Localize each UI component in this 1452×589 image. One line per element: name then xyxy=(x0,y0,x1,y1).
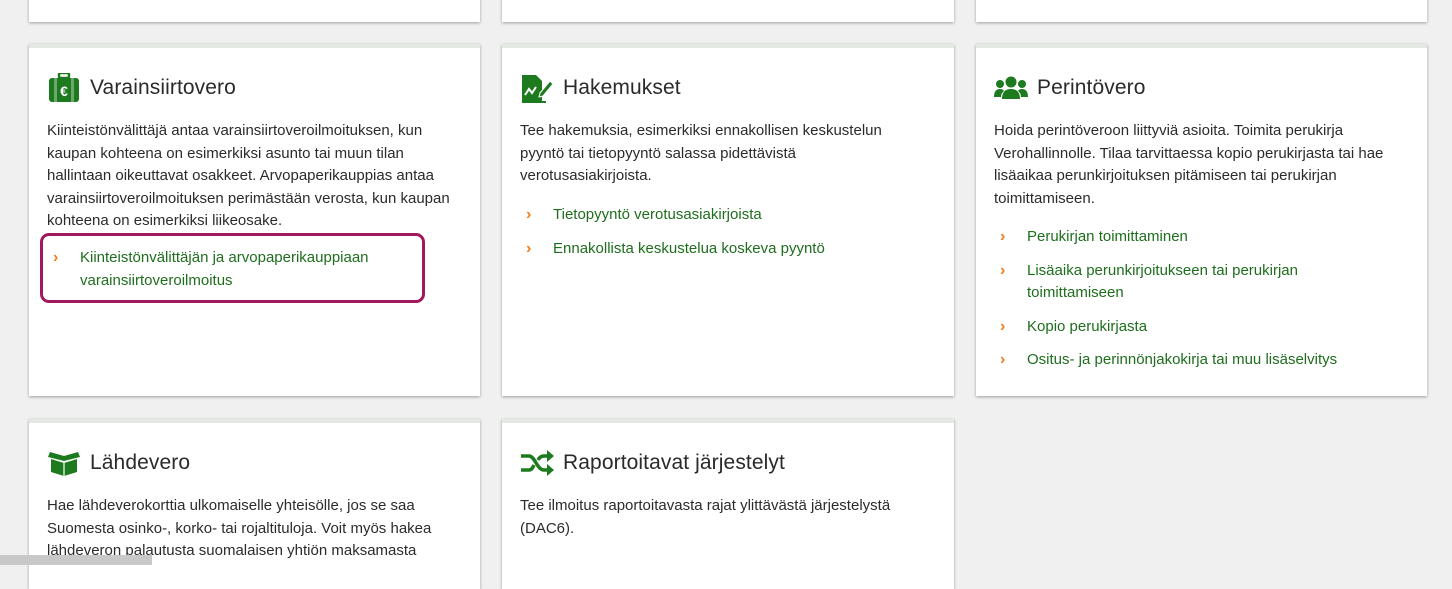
card-title: Hakemukset xyxy=(563,76,681,99)
link-tietopyynto[interactable]: › Tietopyyntö verotusasiakirjoista xyxy=(520,204,940,227)
briefcase-euro-icon: € xyxy=(47,73,81,103)
card-header: Hakemukset xyxy=(520,73,681,103)
card-raportoitavat-jarjestelyt: Raportoitavat järjestelyt Tee ilmoitus r… xyxy=(502,419,954,589)
card-varainsiirtovero: € Varainsiirtovero Kiinteistönvälittäjä … xyxy=(29,44,480,396)
chevron-right-icon: › xyxy=(1000,261,1006,279)
card-title: Lähdevero xyxy=(90,451,191,474)
link-label[interactable]: Ennakollista keskustelua koskeva pyyntö xyxy=(553,240,825,257)
chevron-right-icon: › xyxy=(1000,228,1006,245)
open-box-icon xyxy=(47,448,81,478)
card-header: Raportoitavat järjestelyt xyxy=(520,448,785,478)
document-edit-icon xyxy=(520,73,554,103)
card-header: Perintövero xyxy=(994,73,1146,103)
link-list: › Perukirjan toimittaminen › Lisäaika pe… xyxy=(994,226,1413,372)
link-label[interactable]: Perukirjan toimittaminen xyxy=(1027,228,1188,245)
chevron-right-icon: › xyxy=(1000,351,1006,368)
card-top-middle xyxy=(502,0,954,22)
link-perukirjan-toimittaminen[interactable]: › Perukirjan toimittaminen xyxy=(994,226,1413,249)
card-description: Tee ilmoitus raportoitavasta rajat ylitt… xyxy=(520,497,891,537)
chevron-right-icon: › xyxy=(526,206,532,223)
card-top-left xyxy=(29,0,480,22)
highlight-outline xyxy=(40,233,425,303)
link-label[interactable]: Tietopyyntö verotusasiakirjoista xyxy=(553,206,762,223)
card-header: € Varainsiirtovero xyxy=(47,73,236,103)
card-description: Kiinteistönvälittäjä antaa varainsiirtov… xyxy=(47,122,450,229)
horizontal-scrollbar-thumb[interactable] xyxy=(0,555,152,565)
link-label[interactable]: Ositus- ja perinnönjakokirja tai muu lis… xyxy=(1027,351,1337,368)
link-lisaaika[interactable]: › Lisäaika perunkirjoitukseen tai peruki… xyxy=(994,260,1413,305)
chevron-right-icon: › xyxy=(1000,317,1006,335)
chevron-right-icon: › xyxy=(526,239,532,257)
card-description: Tee hakemuksia, esimerkiksi ennakollisen… xyxy=(520,122,882,184)
link-ositus-perinnonjakokirja[interactable]: › Ositus- ja perinnönjakokirja tai muu l… xyxy=(994,349,1413,372)
card-top-right xyxy=(976,0,1427,22)
card-hakemukset: Hakemukset Tee hakemuksia, esimerkiksi e… xyxy=(502,44,954,396)
link-kopio-perukirjasta[interactable]: › Kopio perukirjasta xyxy=(994,316,1413,339)
svg-text:€: € xyxy=(60,83,68,99)
card-title: Raportoitavat järjestelyt xyxy=(563,451,785,474)
card-header: Lähdevero xyxy=(47,448,190,478)
link-ennakollinen-keskustelu[interactable]: › Ennakollista keskustelua koskeva pyynt… xyxy=(520,238,940,261)
card-perintovero: Perintövero Hoida perintöveroon liittyvi… xyxy=(976,44,1427,396)
card-description: Hoida perintöveroon liittyviä asioita. T… xyxy=(994,122,1384,207)
shuffle-arrows-icon xyxy=(520,448,554,478)
card-title: Perintövero xyxy=(1037,76,1146,99)
card-title: Varainsiirtovero xyxy=(90,76,236,99)
link-label[interactable]: Lisäaika perunkirjoitukseen tai perukirj… xyxy=(1027,262,1298,302)
link-list: › Tietopyyntö verotusasiakirjoista › Enn… xyxy=(520,204,940,260)
link-label[interactable]: Kopio perukirjasta xyxy=(1027,318,1147,335)
people-group-icon xyxy=(994,73,1028,103)
card-description: Hae lähdeverokorttia ulkomaiselle yhteis… xyxy=(47,497,432,559)
